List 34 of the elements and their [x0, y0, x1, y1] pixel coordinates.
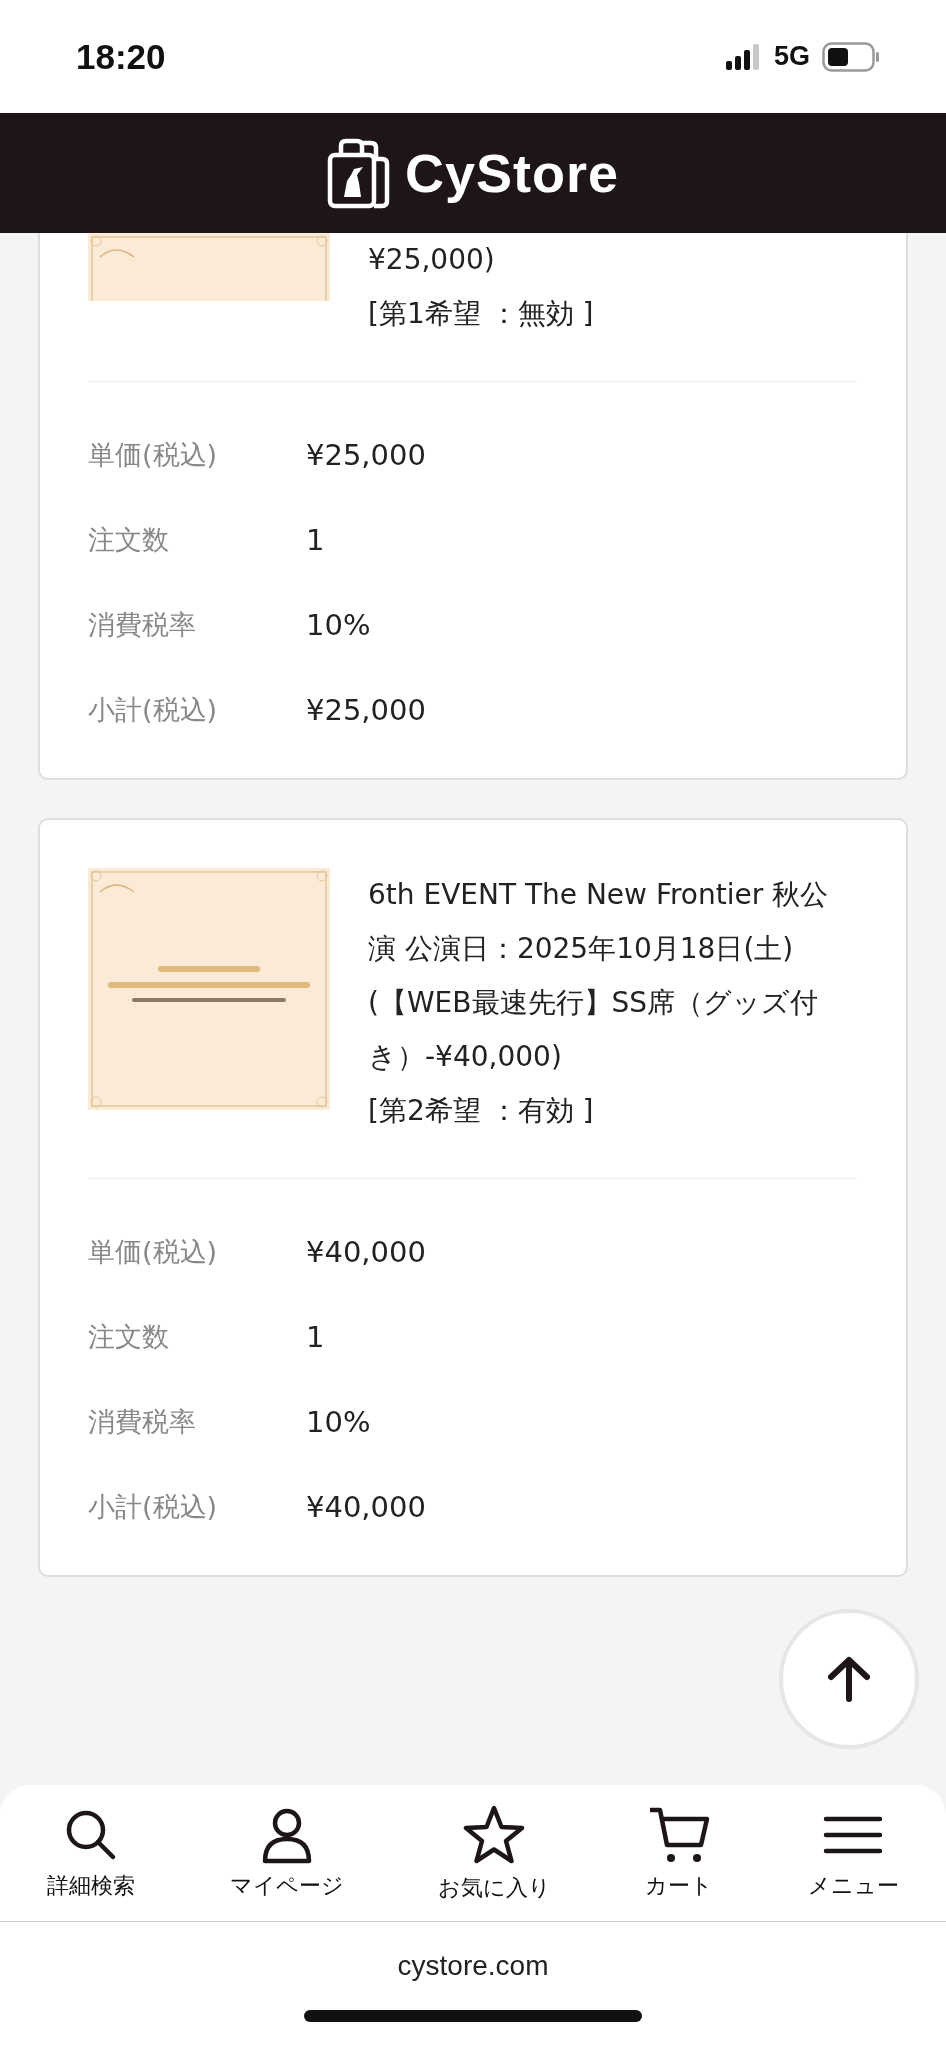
detail-value: ¥25,000	[306, 692, 426, 727]
nav-item[interactable]: マイページ	[229, 1805, 344, 1901]
network-type: 5G	[773, 41, 810, 72]
preference-status: [第2希望 ：有効 ]	[368, 1093, 595, 1129]
detail-label: 単価(税込)	[88, 437, 219, 472]
detail-label: 消費税率	[88, 1404, 197, 1439]
battery-icon	[822, 41, 880, 72]
detail-label: 単価(税込)	[88, 1234, 219, 1269]
detail-label: 消費税率	[88, 607, 197, 642]
detail-value: ¥40,000	[306, 1234, 426, 1269]
nav-item[interactable]: カート	[645, 1805, 714, 1901]
detail-value: 10%	[306, 1404, 371, 1439]
url-text: cystore.com	[397, 1950, 549, 1982]
detail-label: 注文数	[88, 522, 170, 557]
arrow-up-icon	[827, 1656, 871, 1702]
preference-status: [第1希望 ：無効 ]	[368, 296, 595, 332]
detail-value: 10%	[306, 607, 371, 642]
signal-icon	[725, 43, 762, 70]
detail-value: ¥25,000	[306, 437, 426, 472]
detail-label: 小計(税込)	[88, 1489, 219, 1524]
shopping-bag-icon	[326, 137, 391, 209]
status-time: 18:20	[76, 36, 166, 77]
cart-icon	[647, 1805, 712, 1865]
detail-label: 注文数	[88, 1319, 170, 1354]
detail-value: 1	[306, 1319, 325, 1354]
nav-item[interactable]: お気に入り	[437, 1803, 551, 1903]
detail-value: 1	[306, 522, 325, 557]
store-logo-text: CyStore	[404, 142, 620, 204]
detail-value: ¥40,000	[306, 1489, 426, 1524]
detail-label: 小計(税込)	[88, 692, 219, 727]
product-title: ¥25,000)	[368, 242, 496, 278]
nav-item[interactable]: 詳細検索	[47, 1805, 136, 1901]
nav-item[interactable]: メニュー	[807, 1805, 899, 1901]
product-title: 6th EVENT The New Frontier 秋公演 公演日：2025年10月18日(土)(【WEB最速先行】SS席（グッズ付き）-¥40,000)	[368, 877, 830, 1075]
